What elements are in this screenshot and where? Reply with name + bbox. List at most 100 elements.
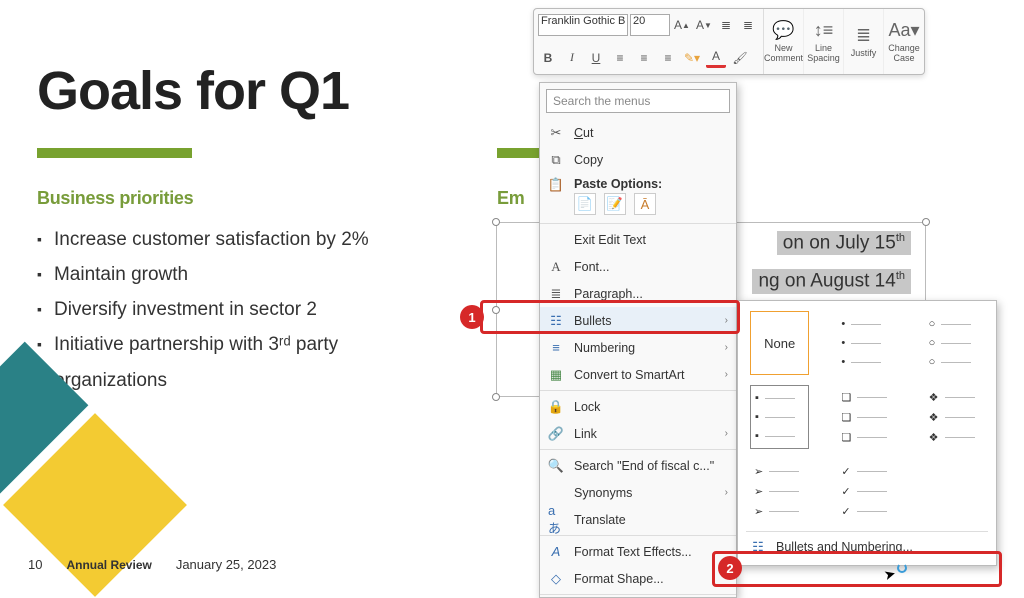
annotation-badge-2: 2 [718,556,742,580]
cut-icon: ✂ [548,125,564,141]
list-item: ▪Maintain growth [37,257,417,292]
link-icon: 🔗 [548,426,564,442]
menu-paste-options: 📋 Paste Options: 📄 📝 Ā [540,173,736,221]
accent-bar-right [497,148,540,158]
font-color-icon[interactable]: A [706,48,726,68]
section-heading-partial: Em [497,188,524,209]
menu-convert-smartart[interactable]: ▦ Convert to SmartArt › [540,361,736,388]
bullets-and-numbering-button[interactable]: ☷ Bullets and Numbering... [746,531,988,561]
paste-text-only-button[interactable]: Ā [634,193,656,215]
menu-format-shape[interactable]: ◇ Format Shape... [540,565,736,592]
line-spacing-icon: ↕≡ [814,20,834,42]
justify-button[interactable]: ≣ Justify [844,9,884,74]
change-case-button[interactable]: Aa▾ Change Case [884,9,924,74]
menu-synonyms[interactable]: Synonyms › [540,479,736,506]
mini-format-toolbar: Franklin Gothic B 20 A▲ A▼ ≣ ≣ B I U ≡ ≡… [533,8,925,75]
chevron-right-icon: › [725,369,728,380]
accent-bar-left [37,148,192,158]
bullets-icon: ☷ [548,313,564,329]
paste-icon: 📋 [548,177,564,193]
list-item: ▪Increase customer satisfaction by 2% [37,222,417,257]
menu-lock[interactable]: 🔒 Lock [540,393,736,420]
bullet-option-disc[interactable]: • • • [837,311,896,375]
bullet-option-arrow[interactable]: ➢ ➢ ➢ [750,459,809,523]
increase-indent-icon[interactable]: ≣ [738,15,758,35]
smartart-icon: ▦ [548,367,564,383]
menu-link[interactable]: 🔗 Link › [540,420,736,447]
menu-copy[interactable]: ⧉ Copy [540,146,736,173]
bullet-option-filled-square[interactable]: ▪ ▪ ▪ [750,385,809,449]
bold-button[interactable]: B [538,48,558,68]
bullets-icon: ☷ [750,539,766,555]
business-priorities-list: ▪Increase customer satisfaction by 2% ▪M… [37,222,417,398]
menu-font[interactable]: A Font... [540,253,736,280]
footer-date: January 25, 2023 [176,557,276,572]
lock-icon: 🔒 [548,399,564,415]
slide-title: Goals for Q1 [37,60,349,122]
list-item: ▪Initiative partnership with 3ʳᵈ party o… [37,327,417,397]
page-number: 10 [28,557,42,572]
bullet-option-diamond[interactable]: ❖ ❖ ❖ [925,385,984,449]
italic-button[interactable]: I [562,48,582,68]
align-left-icon[interactable]: ≡ [610,48,630,68]
resize-handle[interactable] [492,218,500,226]
change-case-icon: Aa▾ [888,20,919,42]
highlighted-text[interactable]: ng on August 14th [752,269,911,293]
font-icon: A [548,259,564,275]
decrease-indent-icon[interactable]: ≣ [716,15,736,35]
bullet-option-circle[interactable]: ○ ○ ○ [925,311,984,375]
bullets-submenu: None • • • ○ ○ ○ ▪ ▪ ▪ ❏ ❏ ❏ ❖ ❖ ❖ ➢ ➢ [737,300,997,566]
bullet-option-check[interactable]: ✓ ✓ ✓ [837,459,896,523]
highlighted-text[interactable]: on on July 15th [777,231,911,255]
annotation-badge-1: 1 [460,305,484,329]
chevron-right-icon: › [725,487,728,498]
comment-icon: 💬 [772,20,794,42]
menu-numbering[interactable]: ≡ Numbering › [540,334,736,361]
decrease-font-icon[interactable]: A▼ [694,15,714,35]
context-menu: Search the menus ✂ Cut ⧉ Copy 📋 Paste Op… [539,82,737,598]
menu-cut[interactable]: ✂ Cut [540,119,736,146]
bullet-option-none[interactable]: None [750,311,809,375]
menu-translate[interactable]: aあ Translate [540,506,736,533]
font-family-select[interactable]: Franklin Gothic B [538,14,628,36]
resize-handle[interactable] [922,218,930,226]
section-heading-business: Business priorities [37,188,193,209]
slide-footer: 10 Annual Review January 25, 2023 [28,557,276,572]
paste-keep-source-button[interactable]: 📄 [574,193,596,215]
align-right-icon[interactable]: ≡ [658,48,678,68]
numbering-icon: ≡ [548,340,564,355]
format-painter-icon[interactable]: 🖌 [730,48,750,68]
paragraph-icon: ≣ [548,286,564,302]
resize-handle[interactable] [492,393,500,401]
highlight-color-icon[interactable]: ✎▾ [682,48,702,68]
increase-font-icon[interactable]: A▲ [672,15,692,35]
new-comment-button[interactable]: 💬 New Comment [764,9,804,74]
font-size-select[interactable]: 20 [630,14,670,36]
resize-handle[interactable] [492,306,500,314]
underline-button[interactable]: U [586,48,606,68]
translate-icon: aあ [548,503,564,537]
chevron-right-icon: › [725,315,728,326]
menu-bullets[interactable]: ☷ Bullets › [540,307,736,334]
menu-exit-edit-text[interactable]: Exit Edit Text [540,226,736,253]
paste-merge-button[interactable]: 📝 [604,193,626,215]
justify-icon: ≣ [856,25,871,47]
line-spacing-button[interactable]: ↕≡ Line Spacing [804,9,844,74]
loading-spinner-icon [897,563,907,573]
cursor-icon: ➤ [882,565,898,584]
list-item: ▪Diversify investment in sector 2 [37,292,417,327]
bullet-option-empty [925,459,984,523]
copy-icon: ⧉ [548,152,564,168]
menu-search-input[interactable]: Search the menus [546,89,730,113]
format-shape-icon: ◇ [548,571,564,587]
menu-format-text-effects[interactable]: A Format Text Effects... [540,538,736,565]
menu-paragraph[interactable]: ≣ Paragraph... [540,280,736,307]
align-center-icon[interactable]: ≡ [634,48,654,68]
chevron-right-icon: › [725,342,728,353]
search-icon: 🔍 [548,458,564,474]
bullet-option-hollow-square[interactable]: ❏ ❏ ❏ [837,385,896,449]
menu-search-web[interactable]: 🔍 Search "End of fiscal c..." [540,452,736,479]
text-effects-icon: A [548,544,564,559]
chevron-right-icon: › [725,428,728,439]
footer-doc-title: Annual Review [66,558,151,572]
